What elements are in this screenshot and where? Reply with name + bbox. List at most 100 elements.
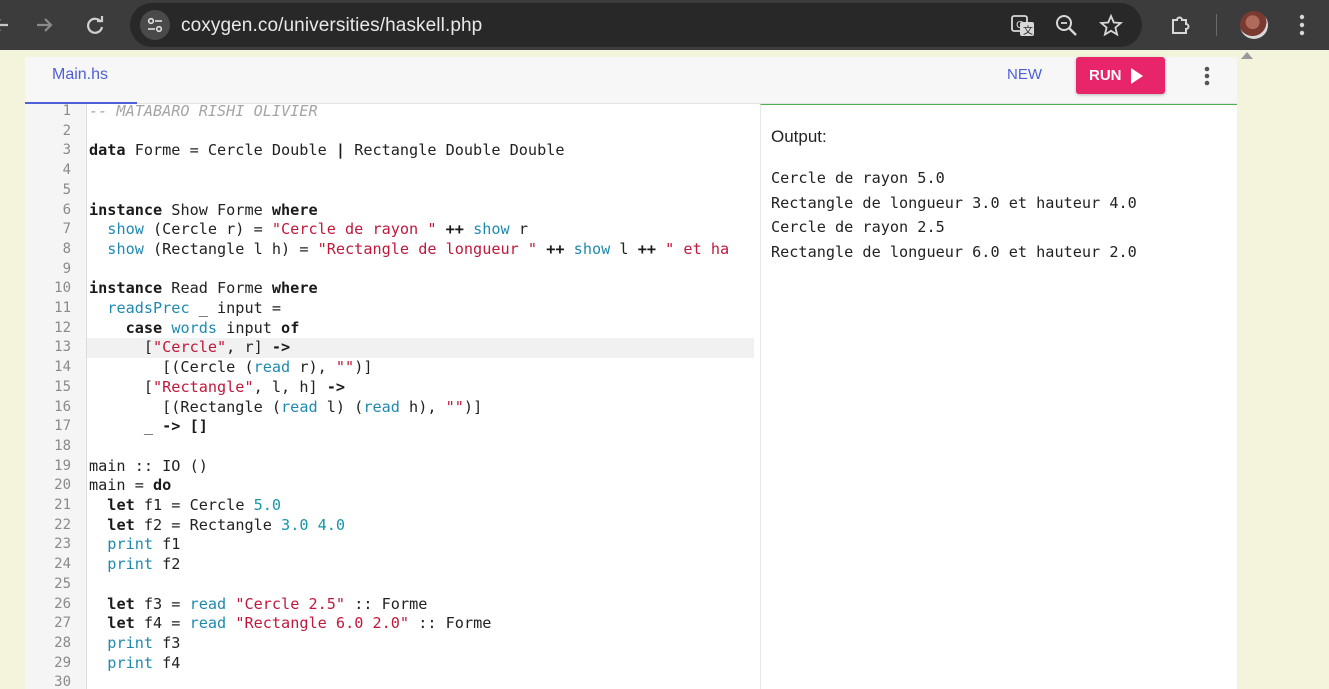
line-number: 1 [62, 104, 71, 119]
code-token: do [153, 476, 172, 495]
code-line[interactable]: print f3 [89, 634, 180, 654]
code-token: _ input = [189, 299, 282, 317]
code-line[interactable]: _ -> [] [89, 417, 208, 437]
code-token: [ [89, 338, 154, 357]
code-token: show [573, 239, 611, 258]
code-line[interactable]: ["Cercle", r] -> [89, 338, 290, 358]
code-token: "Cercle 2.5" [235, 594, 346, 613]
code-line[interactable]: data Forme = Cercle Double | Rectangle D… [89, 141, 565, 161]
code-token: let [107, 594, 135, 613]
code-token: ++ [546, 239, 565, 258]
line-number: 9 [62, 260, 71, 277]
code-line[interactable]: instance Show Forme where [89, 201, 318, 221]
line-number: 23 [54, 536, 71, 553]
code-line[interactable]: readsPrec _ input = [89, 299, 281, 319]
code-token: Read Forme [162, 279, 272, 298]
code-token: print [107, 633, 154, 652]
line-number: 28 [54, 634, 71, 651]
line-number: 27 [54, 615, 71, 632]
code-line[interactable]: ["Rectangle", l, h] -> [89, 378, 345, 398]
code-line[interactable]: [(Cercle (read r), "")] [89, 358, 372, 378]
code-line[interactable]: print f4 [89, 654, 180, 674]
scroll-up-arrow[interactable] [1241, 52, 1253, 59]
ide-container: Main.hs NEW RUN 1 2 3 4 5 6 7 8 9 10 11 12 13 14 15 16 1… [25, 57, 1237, 689]
code-token: l) ( [317, 397, 364, 416]
translate-icon[interactable]: G文 [1010, 13, 1036, 39]
code-line[interactable]: [(Rectangle (read l) (read h), "")] [89, 398, 482, 418]
tune-icon[interactable] [140, 10, 170, 40]
line-number: 13 [54, 339, 71, 356]
avatar[interactable] [1240, 11, 1268, 39]
code-token: f3 [153, 633, 181, 652]
star-icon[interactable] [1098, 13, 1124, 39]
code-line[interactable]: instance Read Forme where [89, 279, 318, 299]
code-line[interactable]: main = do [89, 476, 171, 496]
code-token: f2 = Rectangle [134, 515, 282, 534]
code-line[interactable]: let f4 = read "Rectangle 6.0 2.0" :: For… [89, 614, 491, 634]
code-token: | [335, 141, 346, 160]
code-line[interactable]: -- MATABARO RISHI OLIVIER [89, 104, 318, 122]
ide-toolbar: Main.hs NEW RUN [25, 57, 1237, 104]
code-line[interactable]: print f2 [89, 555, 180, 575]
code-token: )] [463, 397, 483, 416]
address-bar[interactable]: coxygen.co/universities/haskell.php G文 [130, 3, 1142, 47]
code-token: 4.0 [317, 515, 346, 534]
code-token: )] [354, 358, 373, 377]
code-line[interactable]: show (Cercle r) = "Cercle de rayon " ++ … [89, 220, 528, 240]
code-token: main = [89, 476, 154, 495]
code-line[interactable]: let f3 = read "Cercle 2.5" :: Forme [89, 595, 427, 615]
code-line[interactable]: print f1 [89, 535, 180, 555]
back-arrow-icon[interactable] [0, 10, 16, 40]
play-icon [1131, 68, 1143, 84]
code-token: main :: IO () [89, 456, 208, 475]
code-token: "Cercle" [153, 338, 227, 357]
output-line: Rectangle de longueur 3.0 et hauteur 4.0 [771, 193, 1137, 212]
code-token: -- MATABARO RISHI OLIVIER [89, 104, 318, 120]
url-text[interactable]: coxygen.co/universities/haskell.php [181, 15, 482, 37]
run-button-label: RUN [1089, 67, 1122, 84]
code-token: let [107, 496, 135, 514]
code-token: words [171, 318, 218, 337]
code-token: ++ [637, 239, 656, 258]
code-token: instance [89, 279, 163, 298]
code-token: read [281, 397, 318, 416]
code-token: show [473, 220, 510, 239]
code-token: ++ [445, 220, 464, 239]
code-line[interactable]: let f2 = Rectangle 3.0 4.0 [89, 516, 345, 536]
code-area[interactable]: -- MATABARO RISHI OLIVIER data Forme = Ce… [87, 104, 754, 689]
code-token: [ [89, 377, 154, 396]
tab-main-hs[interactable]: Main.hs [25, 57, 137, 104]
new-button[interactable]: NEW [1007, 66, 1042, 84]
zoom-icon[interactable] [1054, 13, 1080, 39]
puzzle-icon[interactable] [1168, 12, 1194, 38]
code-token: Forme = Cercle Double [125, 141, 336, 160]
forward-arrow-icon[interactable] [30, 10, 60, 40]
code-token: Rectangle Double Double [345, 141, 565, 160]
code-token: , l, h] [253, 377, 327, 396]
kebab-menu-icon[interactable] [1290, 10, 1314, 40]
code-token: f4 = [134, 614, 190, 633]
code-token: [] [189, 417, 208, 436]
more-options-icon[interactable] [1195, 63, 1219, 89]
code-token: h), [399, 397, 446, 416]
line-number: 14 [54, 359, 71, 376]
code-token: "Rectangle" [153, 377, 254, 396]
code-editor[interactable]: 1 2 3 4 5 6 7 8 9 10 11 12 13 14 15 16 17 18 19 20 21 22 23 24 2… [25, 104, 754, 689]
code-line[interactable]: main :: IO () [89, 457, 208, 477]
code-line[interactable]: show (Rectangle l h) = "Rectangle de lon… [89, 240, 729, 260]
run-button[interactable]: RUN [1076, 57, 1165, 94]
code-line[interactable]: let f1 = Cercle 5.0 [89, 496, 281, 516]
line-number: 25 [54, 575, 71, 592]
reload-icon[interactable] [80, 10, 110, 40]
toolbar-divider [1216, 14, 1217, 36]
code-line[interactable]: case words input of [89, 318, 300, 339]
code-token: [(Rectangle ( [89, 397, 282, 416]
code-token: f2 [153, 555, 181, 574]
